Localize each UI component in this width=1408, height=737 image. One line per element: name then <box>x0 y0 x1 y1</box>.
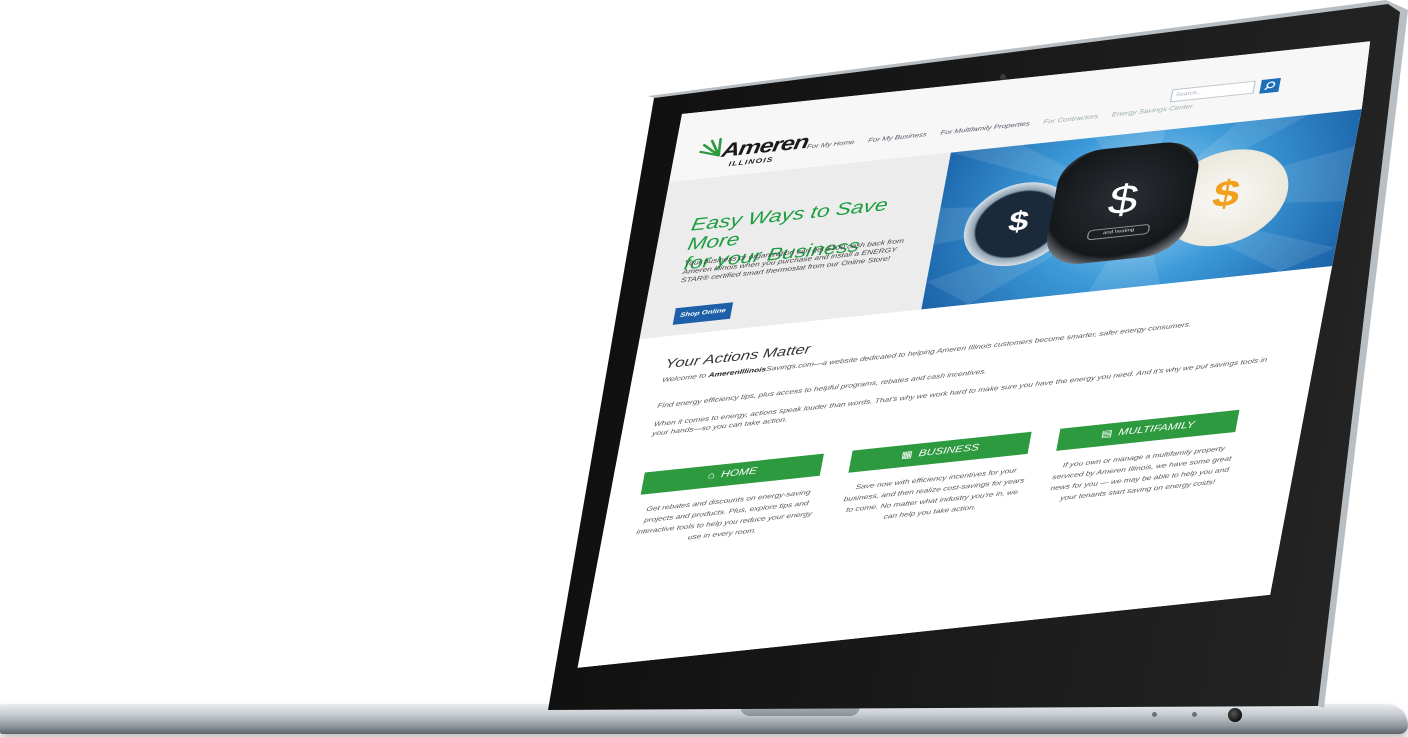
apartments-icon: ▤ <box>1100 428 1114 440</box>
search-icon <box>1264 81 1276 91</box>
search-button[interactable] <box>1259 77 1281 94</box>
nav-item-business[interactable]: For My Business <box>868 132 928 145</box>
nav-item-contractors[interactable]: For Contractors <box>1043 113 1099 125</box>
welcome-prefix: Welcome to <box>661 372 710 384</box>
business-button-label: BUSINESS <box>917 442 980 460</box>
nav-item-multifamily[interactable]: For Multifamily Properties <box>940 121 1030 137</box>
nav-item-home[interactable]: For My Home <box>806 139 855 150</box>
home-description: Get rebates and discounts on energy-savi… <box>635 489 813 542</box>
laptop-indicator-dot <box>1192 712 1197 717</box>
home-button-label: HOME <box>720 466 758 480</box>
thermostat-mode-label: and heating <box>1086 223 1151 241</box>
multifamily-description: If you own or manage a multifamily prope… <box>1049 445 1232 503</box>
laptop-lens <box>1228 708 1242 722</box>
nav-item-energy-savings-center[interactable]: Energy Savings Center <box>1111 103 1193 118</box>
laptop-indicator-dot <box>1152 712 1157 717</box>
site-name-bold: AmerenIllinois <box>707 366 767 380</box>
shop-online-button[interactable]: Shop Online <box>672 302 734 325</box>
laptop-screen: Ameren ILLINOIS For My Home For My Busin… <box>560 26 1372 689</box>
home-icon: ⌂ <box>706 470 717 482</box>
multifamily-button-label: MULTIFAMILY <box>1117 419 1196 439</box>
website-page: Ameren ILLINOIS For My Home For My Busin… <box>577 40 1372 668</box>
dollar-symbol: $ <box>1104 175 1143 225</box>
building-icon: ▦ <box>900 449 914 461</box>
search-input[interactable]: Search... <box>1169 80 1256 103</box>
business-description: Save now with efficiency incentives for … <box>843 467 1025 521</box>
site-name-rest: Savings.com <box>765 361 815 373</box>
